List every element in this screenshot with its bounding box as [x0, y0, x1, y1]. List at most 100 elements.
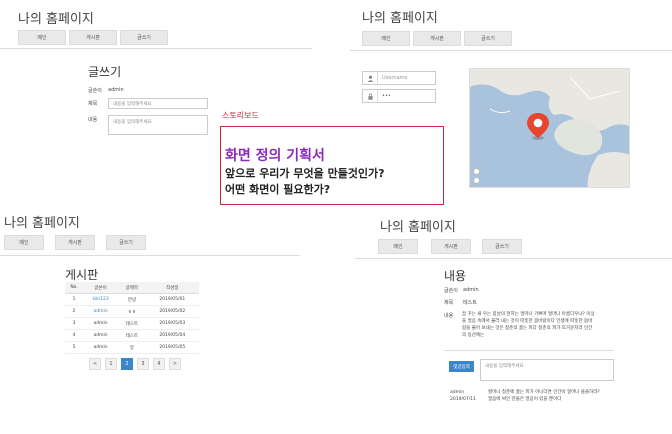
storyboard-title: 화면 정의 기획서 — [225, 148, 325, 164]
site-title: 나의 홈페이지 — [380, 220, 456, 235]
pagination-prev[interactable]: < — [89, 358, 101, 370]
page-title: 게시판 — [65, 268, 99, 282]
author-value: admin — [108, 87, 124, 93]
lock-icon — [363, 90, 378, 102]
storyboard-line-1: 앞으로 우리가 무엇을 만들것인가? — [225, 167, 385, 180]
row-number: 1 — [65, 293, 84, 306]
page-title: 내용 — [444, 269, 467, 283]
comment-meta: admin 2019/07/11 — [450, 389, 476, 403]
zoom-out-button[interactable] — [473, 177, 480, 184]
row-author-link[interactable]: admin — [83, 305, 119, 318]
column-header: 글제목 — [118, 282, 146, 294]
row-date: 2019/05/04 — [145, 329, 199, 342]
pagination-page-active[interactable]: 2 — [121, 358, 133, 370]
title-input[interactable]: 내용을 입력해주세요 — [108, 98, 208, 109]
nav-board-button[interactable]: 게시판 — [431, 239, 471, 254]
map-image — [470, 69, 629, 187]
pagination-next[interactable]: > — [169, 358, 181, 370]
comment-submit-button[interactable]: 댓글입력 — [449, 361, 474, 372]
nav-main-button[interactable]: 메인 — [362, 31, 410, 46]
nav-board-button[interactable]: 게시판 — [69, 30, 117, 45]
divider — [0, 255, 300, 256]
content-line: 의 동산에는 — [462, 333, 485, 338]
storyboard-label: 스토리보드 — [222, 111, 259, 120]
row-author: admin — [83, 341, 119, 354]
password-field[interactable]: ••• — [362, 89, 436, 103]
content-textarea[interactable]: 내용을 입력해주세요 — [108, 115, 208, 135]
table-header: No. 글쓴이 글제목 작성일 — [65, 282, 199, 294]
nav-board-button[interactable]: 게시판 — [55, 235, 95, 250]
content-label: 내용 — [88, 117, 98, 123]
table-row[interactable]: 2 admin ㅎㅎ 2019/05/02 — [65, 305, 199, 318]
content-body: 꿈 꾸는 새 우는 봄날의 천지는 얼마나 기쁘며 얼마나 아름다우냐? 이상 … — [462, 311, 622, 339]
pagination-page[interactable]: 1 — [105, 358, 117, 370]
title-value: 테스트 — [463, 300, 477, 306]
nav-board-button[interactable]: 게시판 — [413, 31, 461, 46]
row-title[interactable]: 테스트 — [118, 329, 146, 342]
site-title: 나의 홈페이지 — [4, 216, 80, 231]
row-date: 2019/05/02 — [145, 305, 199, 318]
comment-line: 할머니 청춘에 끓는 피가 아니더면 인간이 얼마나 쓸쓸하랴? — [488, 390, 600, 395]
pagination-page[interactable]: 4 — [153, 358, 165, 370]
comment-date: 2019/07/11 — [450, 397, 476, 402]
table-row[interactable]: 1 kiki123 안녕 2019/05/01 — [65, 293, 199, 306]
row-number: 4 — [65, 329, 84, 342]
nav-write-button[interactable]: 글쓰기 — [106, 235, 146, 250]
pagination-page[interactable]: 3 — [137, 358, 149, 370]
divider — [350, 50, 672, 51]
nav-write-button[interactable]: 글쓰기 — [464, 31, 512, 46]
row-title[interactable]: 테스트 — [118, 317, 146, 330]
row-author: admin — [83, 329, 119, 342]
comment-line: 얼음에 싸인 만물은 얼음이 있을 뿐이다 — [488, 397, 562, 402]
page-title: 글쓰기 — [88, 65, 122, 79]
title-label: 제목 — [444, 300, 454, 306]
username-input: Username — [382, 75, 408, 81]
row-date: 2019/05/03 — [145, 317, 199, 330]
zoom-in-button[interactable] — [473, 168, 480, 175]
username-field[interactable]: Username — [362, 71, 436, 85]
nav-write-button[interactable]: 글쓰기 — [482, 239, 522, 254]
row-number: 3 — [65, 317, 84, 330]
table-row[interactable]: 4 admin 테스트 2019/05/04 — [65, 329, 199, 342]
content-line: 꿈 꾸는 새 우는 봄날의 천지는 얼마나 기쁘며 얼마나 아름다우냐? 이상 — [462, 312, 595, 317]
author-value: admin — [463, 287, 479, 293]
comment-textarea[interactable]: 내용을 입력해주세요 — [480, 359, 614, 381]
row-number: 2 — [65, 305, 84, 318]
row-number: 5 — [65, 341, 84, 354]
title-label: 제목 — [88, 101, 98, 107]
row-title[interactable]: ㅎㅎ — [118, 305, 146, 318]
nav-main-button[interactable]: 메인 — [4, 235, 44, 250]
table-row[interactable]: 3 admin 테스트 2019/05/03 — [65, 317, 199, 330]
nav-main-button[interactable]: 메인 — [18, 30, 66, 45]
content-label: 내용 — [444, 313, 454, 319]
board-table: No. 글쓴이 글제목 작성일 1 kiki123 안녕 2019/05/01 … — [65, 282, 199, 354]
location-pin-icon — [526, 112, 550, 144]
nav-write-button[interactable]: 글쓰기 — [120, 30, 168, 45]
user-icon — [363, 72, 378, 84]
divider — [444, 350, 614, 351]
row-title[interactable]: 안녕 — [118, 293, 146, 306]
column-header: 작성일 — [145, 282, 199, 294]
column-header: No. — [65, 282, 84, 294]
column-header: 글쓴이 — [83, 282, 119, 294]
row-author-link[interactable]: kiki123 — [83, 293, 119, 306]
site-title: 나의 홈페이지 — [18, 12, 94, 27]
comment-text: 할머니 청춘에 끓는 피가 아니더면 인간이 얼마나 쓸쓸하랴? 얼음에 싸인 … — [488, 389, 628, 403]
storyboard-box: 화면 정의 기획서 앞으로 우리가 무엇을 만들것인가? 어떤 화면이 필요한가… — [220, 126, 444, 205]
row-date: 2019/05/01 — [145, 293, 199, 306]
storyboard-line-2: 어떤 화면이 필요한가? — [225, 183, 331, 196]
table-row[interactable]: 5 admin 앙 2019/05/05 — [65, 341, 199, 354]
row-title[interactable]: 앙 — [118, 341, 146, 354]
author-label: 글쓴이 — [444, 288, 458, 294]
content-line: 을 얼음 속에서 불러 내는 것이 따뜻한 봄바람이다 인생에 따뜻한 봄바 — [462, 319, 593, 324]
author-label: 글쓴이 — [88, 88, 102, 94]
divider — [355, 258, 672, 259]
content-line: 람을 불어 보내는 것은 청춘의 끓는 피다 청춘의 피가 뜨거운지라 인간 — [462, 326, 593, 331]
comment-author: admin — [450, 390, 465, 395]
divider — [0, 48, 312, 49]
password-input: ••• — [382, 93, 391, 99]
site-title: 나의 홈페이지 — [362, 11, 438, 26]
row-author: admin — [83, 317, 119, 330]
row-date: 2019/05/05 — [145, 341, 199, 354]
nav-main-button[interactable]: 메인 — [378, 239, 418, 254]
